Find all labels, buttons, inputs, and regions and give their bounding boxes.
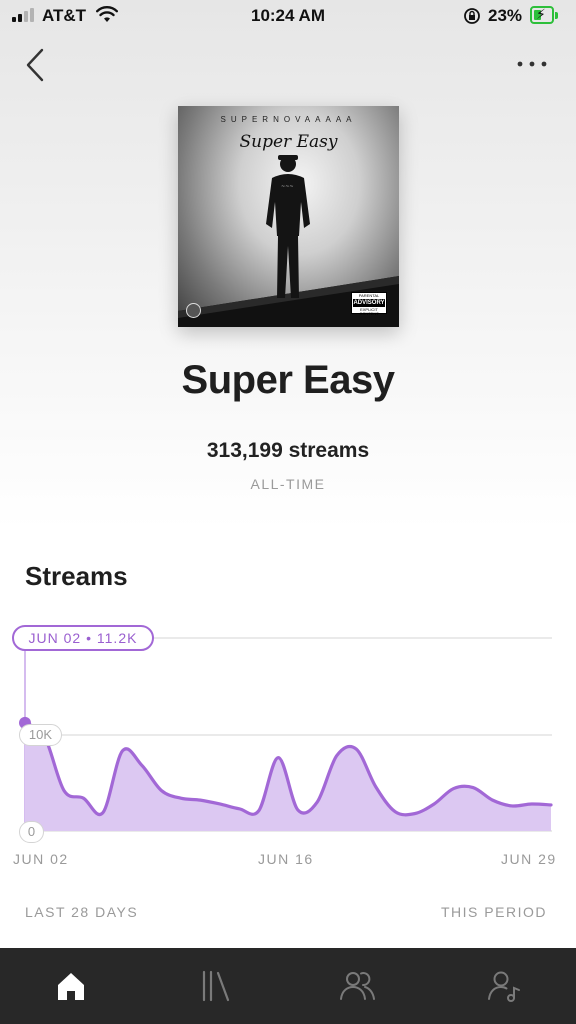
x-tick-label: JUN 02 [13, 851, 69, 867]
chart-data-point[interactable] [411, 810, 419, 818]
nav-audience[interactable] [338, 966, 378, 1006]
more-options-button[interactable] [512, 52, 552, 76]
y-tick-label: 10K [19, 724, 62, 746]
chart-data-point[interactable] [118, 747, 126, 755]
library-icon [202, 970, 230, 1002]
battery-icon: ⚡ [530, 6, 554, 24]
advisory-bottom-text: EXPLICIT CONTENT [359, 307, 379, 316]
parental-advisory-label: PARENTAL ADVISORY EXPLICIT CONTENT [351, 292, 387, 316]
status-bar: AT&T 10:24 AM 23% ⚡ [0, 0, 576, 34]
chart-data-point[interactable] [489, 796, 497, 804]
chart-data-point[interactable] [216, 800, 224, 808]
chart-data-point[interactable] [79, 794, 87, 802]
more-horizontal-icon [517, 61, 547, 67]
nav-library[interactable] [196, 966, 236, 1006]
chart-data-point[interactable] [333, 752, 341, 760]
chart-data-point[interactable] [274, 754, 282, 762]
chart-data-point[interactable] [547, 801, 555, 809]
chart-data-point[interactable] [255, 807, 263, 815]
audience-icon [340, 972, 375, 1000]
chart-data-point[interactable] [469, 784, 477, 792]
chevron-left-icon [26, 48, 44, 82]
bottom-navigation [0, 948, 576, 1024]
chart-data-point[interactable] [138, 761, 146, 769]
svg-text:~~~: ~~~ [281, 184, 294, 190]
rotation-lock-icon [464, 8, 480, 24]
song-title: Super Easy [181, 358, 395, 402]
chart-data-point[interactable] [99, 809, 107, 817]
advisory-mid-text: ADVISORY [353, 299, 385, 307]
nav-profile[interactable] [484, 966, 524, 1006]
chart-data-point[interactable] [508, 802, 516, 810]
streams-count: 313,199 streams [206, 439, 370, 462]
home-icon [58, 973, 84, 1000]
battery-percent: 23% [488, 6, 523, 25]
profile-music-icon [488, 971, 520, 1002]
chart-data-point[interactable] [391, 808, 399, 816]
chart-data-point[interactable] [157, 786, 165, 794]
nav-home[interactable] [51, 966, 91, 1006]
chart-data-point[interactable] [313, 798, 321, 806]
chart-data-point[interactable] [430, 800, 438, 808]
x-tick-label: JUN 16 [258, 851, 314, 867]
x-tick-label: JUN 29 [501, 851, 557, 867]
y-tick-label: 0 [19, 821, 44, 843]
streams-chart[interactable] [0, 620, 576, 880]
chart-data-point[interactable] [352, 745, 360, 753]
period-selector[interactable]: THIS PERIOD [441, 904, 547, 920]
chart-data-point[interactable] [60, 786, 68, 794]
chart-data-point[interactable] [372, 783, 380, 791]
cover-logo-badge [186, 303, 201, 318]
album-cover: SUPERNOVAAAAA Super Easy ~~~ PARENTAL AD… [178, 106, 399, 327]
chart-data-point[interactable] [294, 806, 302, 814]
streams-section-title: Streams [25, 561, 128, 591]
streams-period: ALL-TIME [250, 476, 326, 492]
chart-data-point[interactable] [196, 796, 204, 804]
chart-tooltip: JUN 02 • 11.2K [12, 625, 154, 651]
period-label: LAST 28 DAYS [25, 904, 139, 920]
advisory-top-text: PARENTAL [358, 293, 380, 298]
back-button[interactable] [20, 46, 50, 84]
chart-data-point[interactable] [450, 785, 458, 793]
battery-tip [555, 12, 558, 19]
chart-data-point[interactable] [528, 800, 536, 808]
chart-data-point[interactable] [177, 794, 185, 802]
chart-data-point[interactable] [235, 805, 243, 813]
